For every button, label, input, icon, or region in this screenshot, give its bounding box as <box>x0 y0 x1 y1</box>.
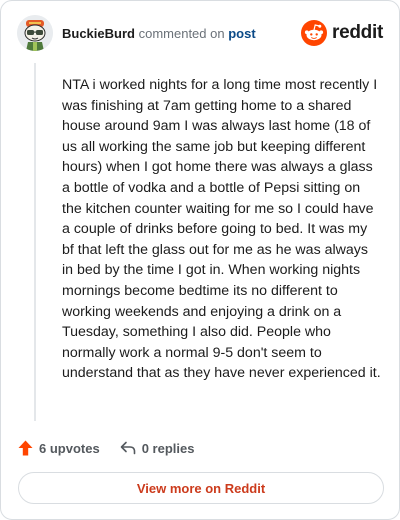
user-avatar[interactable] <box>17 15 53 51</box>
reddit-logo[interactable]: reddit <box>301 19 383 47</box>
reply-count: 0 replies <box>141 440 195 456</box>
view-more-button[interactable]: View more on Reddit <box>18 472 384 504</box>
reply-arrow-icon <box>120 441 136 455</box>
upvote-arrow-icon <box>18 440 33 456</box>
reddit-snoo-icon <box>301 20 328 46</box>
post-link[interactable]: post <box>228 26 255 41</box>
comment-actions: 6 upvotes 0 replies <box>18 438 214 458</box>
comment-byline: BuckieBurd commented on post <box>62 26 256 41</box>
commented-on-text: commented on <box>138 26 225 41</box>
upvote-count: 6 upvotes <box>39 440 100 456</box>
comment-body: NTA i worked nights for a long time most… <box>62 77 381 382</box>
author-name[interactable]: BuckieBurd <box>62 26 135 41</box>
comment-header: BuckieBurd commented on post reddit <box>17 15 383 55</box>
reddit-wordmark: reddit <box>332 22 383 43</box>
upvote-button[interactable]: 6 upvotes <box>18 440 100 456</box>
reply-button[interactable]: 0 replies <box>120 440 195 456</box>
comment-embed-card: BuckieBurd commented on post reddit NTA … <box>0 0 400 520</box>
thread-line <box>34 63 36 421</box>
snoo-avatar-icon <box>17 15 53 51</box>
